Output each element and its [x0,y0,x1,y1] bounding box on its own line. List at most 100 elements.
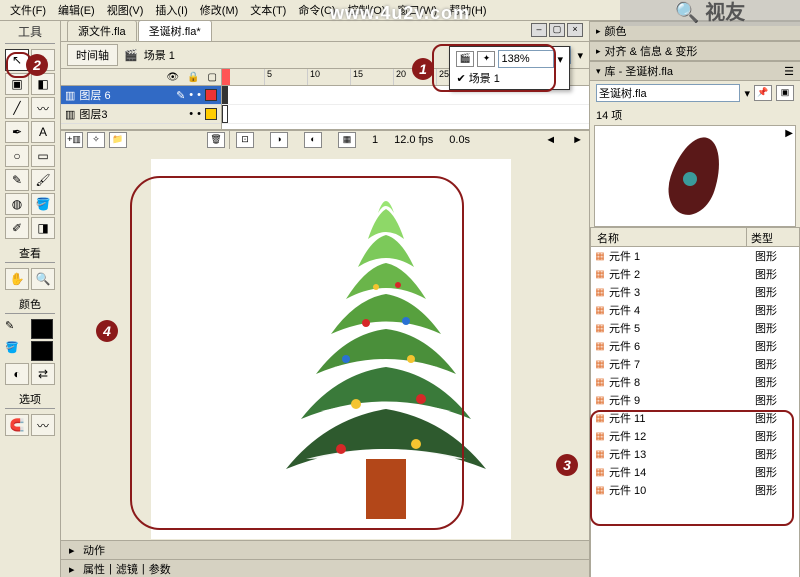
outline-column-icon[interactable]: ▢ [208,72,217,83]
zoom-popup-input[interactable] [498,50,554,68]
tab-source[interactable]: 源文件.fla [67,20,137,41]
new-library-button[interactable]: ▣ [776,85,794,101]
expand-arrow-icon[interactable]: ▸ [69,544,79,557]
lasso-tool[interactable]: 〰 [31,97,55,119]
center-frame-button[interactable]: ⊡ [236,132,254,148]
line-tool[interactable]: ╱ [5,97,29,119]
restore-button[interactable]: ▢ [549,23,565,37]
library-item-row[interactable]: ▦元件 11图形 [591,409,799,427]
library-file-selector[interactable]: 圣诞树.fla [596,84,740,102]
zoom-tool[interactable]: 🔍 [31,268,55,290]
library-item-row[interactable]: ▦元件 5图形 [591,319,799,337]
selector-arrow-icon[interactable]: ▾ [744,87,750,100]
library-item-row[interactable]: ▦元件 8图形 [591,373,799,391]
onion-outline-button[interactable]: ◐ [304,132,322,148]
timeline-toggle-button[interactable]: 时间轴 [67,44,118,66]
eye-column-icon[interactable]: 👁 [166,72,179,83]
stage-viewport[interactable] [61,149,589,540]
options-section-label: 选项 [19,391,41,407]
eraser-tool[interactable]: ◨ [31,217,55,239]
graphic-icon: ▦ [591,485,609,496]
library-item-row[interactable]: ▦元件 3图形 [591,283,799,301]
keyframe[interactable] [222,105,228,123]
eyedropper-tool[interactable]: ✐ [5,217,29,239]
free-transform-tool[interactable]: ▣ [5,73,29,95]
panel-menu-icon[interactable]: ☰ [784,65,794,78]
menu-edit[interactable]: 编辑(E) [52,0,101,20]
scroll-right-icon[interactable]: ► [572,134,583,146]
oval-tool[interactable]: ○ [5,145,29,167]
gradient-tool[interactable]: ◧ [31,73,55,95]
edit-symbol-icon[interactable]: ✦ [477,51,495,67]
col-name-header[interactable]: 名称 [591,228,747,246]
layer-row-selected[interactable]: ▥ 图层 6 ✎•• [61,86,221,105]
pin-library-button[interactable]: 📌 [754,85,772,101]
scene-popup-item[interactable]: 场景 1 [469,70,500,86]
menu-modify[interactable]: 修改(M) [194,0,245,20]
actions-tab[interactable]: 动作 [83,542,105,558]
keyframe[interactable] [222,86,228,104]
properties-panel-bar[interactable]: ▸ 属性 | 滤镜 | 参数 [61,559,589,577]
expand-arrow-icon[interactable]: ▸ [69,563,79,576]
stroke-color-swatch[interactable] [31,319,53,339]
library-item-row[interactable]: ▦元件 6图形 [591,337,799,355]
menu-text[interactable]: 文本(T) [244,0,292,20]
tab-active[interactable]: 圣诞树.fla* [138,20,212,41]
lock-column-icon[interactable]: 🔒 [187,72,199,83]
brush-tool[interactable]: 🖌 [31,169,55,191]
new-layer-button[interactable]: +▥ [65,132,83,148]
scroll-left-icon[interactable]: ◄ [545,134,556,146]
library-panel-header[interactable]: ▾库 - 圣诞树.fla☰ [590,61,800,81]
zoom-popup-arrow-icon[interactable]: ▾ [557,53,563,66]
minimize-button[interactable]: – [531,23,547,37]
smooth-option[interactable]: 〰 [31,414,55,436]
params-tab[interactable]: 参数 [149,561,171,577]
item-name: 元件 13 [609,446,755,462]
paint-bucket-tool[interactable]: 🪣 [31,193,55,215]
bw-color-button[interactable]: ◐ [5,363,29,385]
frame-rate: 12.0 fps [394,134,433,146]
item-type: 图形 [755,374,799,390]
pencil-tool[interactable]: ✎ [5,169,29,191]
properties-tab[interactable]: 属性 [83,561,105,577]
col-type-header[interactable]: 类型 [747,228,799,246]
stage-canvas[interactable] [151,159,511,539]
library-item-row[interactable]: ▦元件 12图形 [591,427,799,445]
pen-tool[interactable]: ✒ [5,121,29,143]
library-item-row[interactable]: ▦元件 2图形 [591,265,799,283]
align-panel-header[interactable]: ▸对齐 & 信息 & 变形 [590,41,800,61]
layer-row[interactable]: ▥ 图层3 •• [61,105,221,124]
hand-tool[interactable]: ✋ [5,268,29,290]
text-tool[interactable]: A [31,121,55,143]
edit-scene-icon[interactable]: 🎬 [456,51,474,67]
library-item-row[interactable]: ▦元件 4图形 [591,301,799,319]
menu-file[interactable]: 文件(F) [4,0,52,20]
fill-color-swatch[interactable] [31,341,53,361]
preview-play-button[interactable]: ▶ [785,128,793,139]
library-item-row[interactable]: ▦元件 14图形 [591,463,799,481]
close-button[interactable]: × [567,23,583,37]
new-folder-button[interactable]: 📁 [109,132,127,148]
ink-bottle-tool[interactable]: ◍ [5,193,29,215]
library-item-row[interactable]: ▦元件 9图形 [591,391,799,409]
graphic-icon: ▦ [591,395,609,406]
playhead[interactable] [222,69,230,85]
timeline-track[interactable] [222,105,589,124]
menu-insert[interactable]: 插入(I) [149,0,193,20]
actions-panel-bar[interactable]: ▸ 动作 [61,540,589,559]
menu-view[interactable]: 视图(V) [101,0,150,20]
onion-skin-button[interactable]: ◑ [270,132,288,148]
library-item-row[interactable]: ▦元件 10图形 [591,481,799,499]
swap-color-button[interactable]: ⇄ [31,363,55,385]
rect-tool[interactable]: ▭ [31,145,55,167]
library-item-row[interactable]: ▦元件 1图形 [591,247,799,265]
new-motion-guide-button[interactable]: ✧ [87,132,105,148]
filters-tab[interactable]: 滤镜 [116,561,138,577]
library-item-row[interactable]: ▦元件 7图形 [591,355,799,373]
snap-option[interactable]: 🧲 [5,414,29,436]
zoom-dropdown-icon[interactable]: ▾ [577,49,583,62]
edit-multiple-button[interactable]: ▦ [338,132,356,148]
delete-layer-button[interactable]: 🗑 [207,132,225,148]
library-list[interactable]: ▦元件 1图形▦元件 2图形▦元件 3图形▦元件 4图形▦元件 5图形▦元件 6… [590,247,800,577]
library-item-row[interactable]: ▦元件 13图形 [591,445,799,463]
